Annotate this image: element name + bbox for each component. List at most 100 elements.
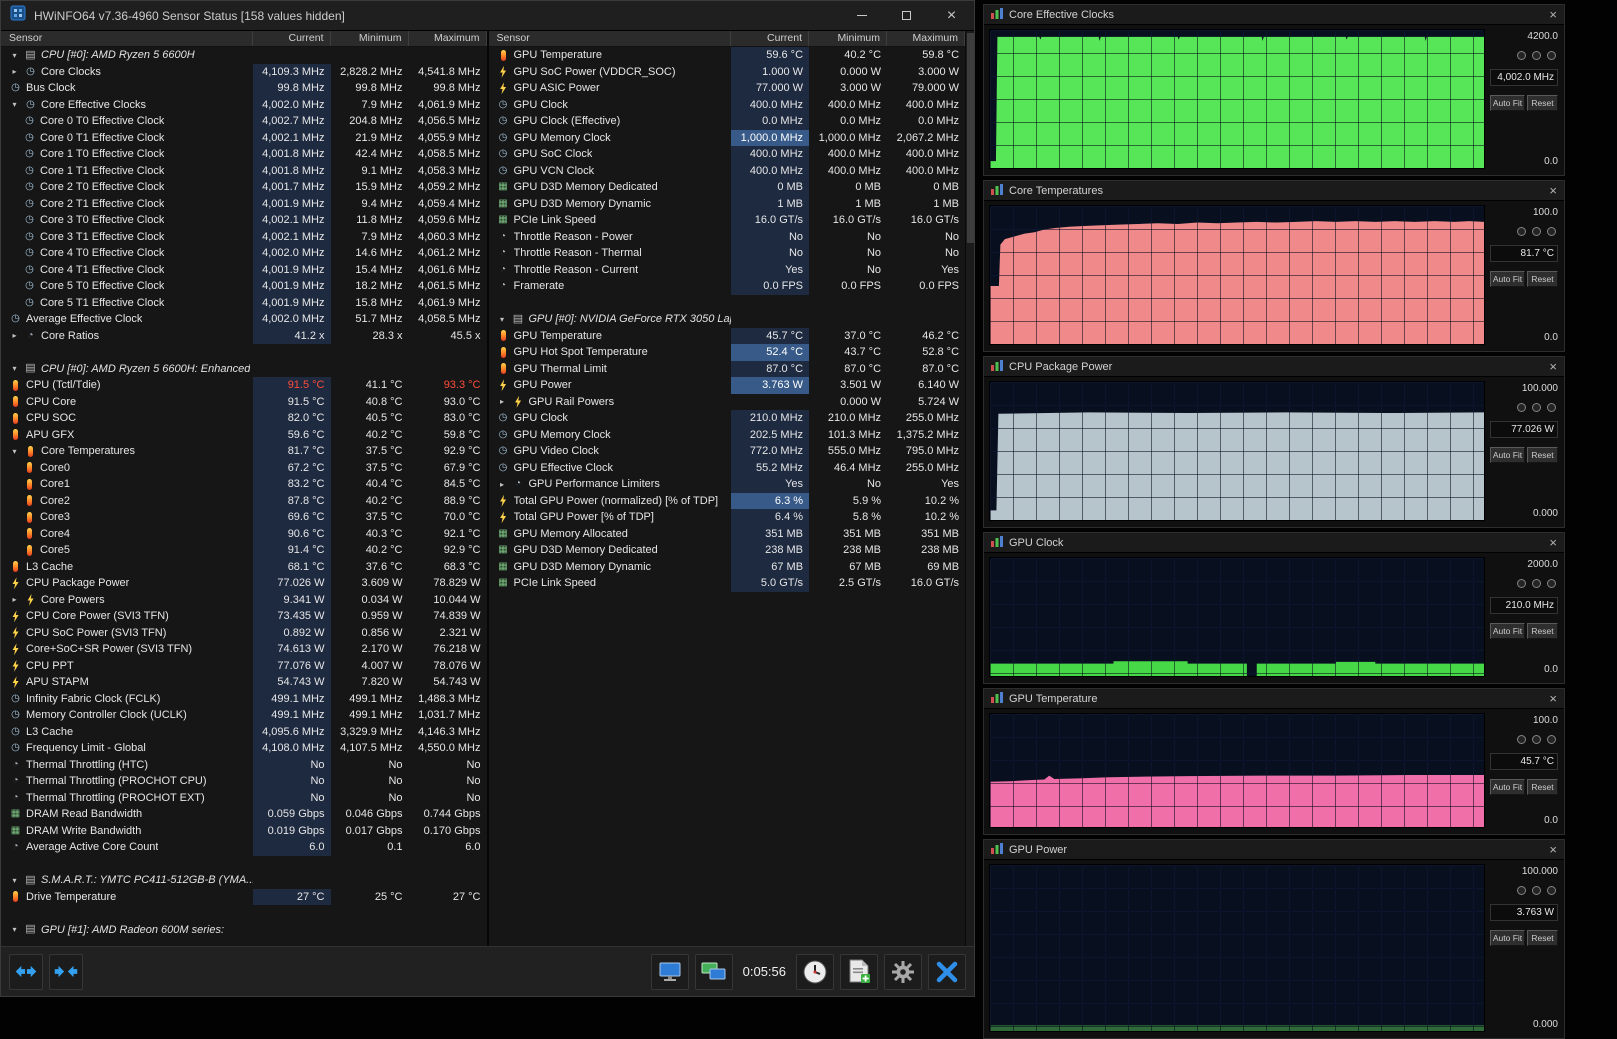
auto-fit-button[interactable]: Auto Fit — [1490, 95, 1525, 111]
reset-button[interactable]: Reset — [1527, 95, 1558, 111]
sensor-row[interactable]: Core5 91.4 °C 40.2 °C 92.9 °C — [1, 542, 487, 559]
column-header-sensor[interactable]: Sensor — [489, 31, 732, 46]
column-header-maximum[interactable]: Maximum — [887, 31, 966, 46]
section-header-row[interactable]: ▾ CPU [#0]: AMD Ryzen 5 6600H: Enhanced — [1, 361, 487, 378]
clock-button[interactable] — [796, 953, 834, 990]
column-header-current[interactable]: Current — [731, 31, 810, 46]
sensor-row[interactable]: Core 1 T0 Effective Clock 4,001.8 MHz 42.4… — [1, 146, 487, 163]
sensor-row[interactable]: ▸ Core Ratios 41.2 x 28.3 x 45.5 x — [1, 327, 487, 344]
sensor-row[interactable]: Average Effective Clock 4,002.0 MHz 51.7 M… — [1, 311, 487, 328]
option-dot[interactable] — [1532, 403, 1541, 412]
sensor-row[interactable]: Total GPU Power (normalized) [% of TDP] 6… — [489, 492, 966, 509]
sensor-row[interactable]: GPU Power 3.763 W 3.501 W 6.140 W — [489, 377, 966, 394]
close-graph-icon[interactable]: × — [1549, 843, 1557, 856]
sensor-row[interactable]: GPU D3D Memory Dynamic 67 MB 67 MB 69 MB — [489, 558, 966, 575]
option-dot[interactable] — [1517, 51, 1526, 60]
sensor-row[interactable]: Throttle Reason - Thermal No No No — [489, 245, 966, 262]
auto-fit-button[interactable]: Auto Fit — [1490, 271, 1525, 287]
titlebar[interactable]: HWiNFO64 v7.36-4960 Sensor Status [158 v… — [1, 1, 974, 31]
graph-option-dots[interactable] — [1517, 51, 1556, 60]
sensor-row[interactable]: L3 Cache 4,095.6 MHz 3,329.9 MHz 4,146.3 MH… — [1, 723, 487, 740]
option-dot[interactable] — [1517, 886, 1526, 895]
sensor-row[interactable]: GPU Temperature 45.7 °C 37.0 °C 46.2 °C — [489, 327, 966, 344]
sensor-row[interactable]: Total GPU Power [% of TDP] 6.4 % 5.8 % 10.2… — [489, 509, 966, 526]
graph-option-dots[interactable] — [1517, 403, 1556, 412]
graph-panel-titlebar[interactable]: CPU Package Power × — [984, 357, 1564, 377]
vertical-scrollbar[interactable] — [965, 31, 974, 946]
auto-fit-button[interactable]: Auto Fit — [1490, 623, 1525, 639]
graph-panel-titlebar[interactable]: GPU Power × — [984, 840, 1564, 860]
expand-arrow-icon[interactable]: ▸ — [9, 595, 20, 604]
sensor-row[interactable]: Core 0 T1 Effective Clock 4,002.1 MHz 21.9… — [1, 129, 487, 146]
sensor-row[interactable]: GPU ASIC Power 77.000 W 3.000 W 79.000 W — [489, 80, 966, 97]
sensor-row[interactable]: GPU Memory Allocated 351 MB 351 MB 351 MB — [489, 525, 966, 542]
sensor-row[interactable]: Thermal Throttling (PROCHOT CPU) No No No — [1, 773, 487, 790]
close-graph-icon[interactable]: × — [1549, 360, 1557, 373]
sensor-row[interactable]: GPU Thermal Limit 87.0 °C 87.0 °C 87.0 °C — [489, 360, 966, 377]
sensor-row[interactable]: GPU Clock (Effective) 0.0 MHz 0.0 MHz 0.0 M… — [489, 113, 966, 130]
section-header-row[interactable]: ▾ GPU [#1]: AMD Radeon 600M series: — [1, 922, 487, 939]
sensor-row[interactable]: Core 1 T1 Effective Clock 4,001.8 MHz 9.1 … — [1, 162, 487, 179]
narrow-window-button[interactable] — [49, 953, 83, 990]
sensor-row[interactable]: Core1 83.2 °C 40.4 °C 84.5 °C — [1, 476, 487, 493]
sensor-row[interactable]: GPU Video Clock 772.0 MHz 555.0 MHz 795.0 M… — [489, 443, 966, 460]
sensor-row[interactable]: Infinity Fabric Clock (FCLK) 499.1 MHz 499… — [1, 690, 487, 707]
option-dot[interactable] — [1517, 579, 1526, 588]
graph-panel-titlebar[interactable]: GPU Clock × — [984, 533, 1564, 553]
remote-monitoring-button[interactable] — [694, 953, 733, 990]
column-header-minimum[interactable]: Minimum — [331, 31, 409, 46]
graph-option-dots[interactable] — [1517, 735, 1556, 744]
sensor-row[interactable]: DRAM Write Bandwidth 0.019 Gbps 0.017 Gbps… — [1, 822, 487, 839]
sensor-row[interactable]: Core 2 T1 Effective Clock 4,001.9 MHz 9.4 … — [1, 195, 487, 212]
sensor-row[interactable]: Core4 90.6 °C 40.3 °C 92.1 °C — [1, 525, 487, 542]
sensor-row[interactable]: CPU (Tctl/Tdie) 91.5 °C 41.1 °C 93.3 °C — [1, 377, 487, 394]
close-graph-icon[interactable]: × — [1549, 184, 1557, 197]
option-dot[interactable] — [1517, 735, 1526, 744]
column-header-maximum[interactable]: Maximum — [409, 31, 487, 46]
close-graph-icon[interactable]: × — [1549, 536, 1557, 549]
minimize-button[interactable] — [839, 1, 884, 30]
option-dot[interactable] — [1532, 735, 1541, 744]
sensor-row[interactable]: GPU VCN Clock 400.0 MHz 400.0 MHz 400.0 MHz — [489, 162, 966, 179]
graph-option-dots[interactable] — [1517, 886, 1556, 895]
sensor-row[interactable]: GPU Clock 210.0 MHz 210.0 MHz 255.0 MHz — [489, 410, 966, 427]
sensor-row[interactable]: Core+SoC+SR Power (SVI3 TFN) 74.613 W 2.17… — [1, 641, 487, 658]
sensor-row[interactable]: Thermal Throttling (HTC) No No No — [1, 756, 487, 773]
sensor-row[interactable]: PCIe Link Speed 16.0 GT/s 16.0 GT/s 16.0 GT… — [489, 212, 966, 229]
sensor-row[interactable]: Throttle Reason - Current Yes No Yes — [489, 261, 966, 278]
sensor-row[interactable]: Frequency Limit - Global 4,108.0 MHz 4,107… — [1, 740, 487, 757]
reset-button[interactable]: Reset — [1527, 779, 1558, 795]
sensor-row[interactable]: ▸ Core Clocks 4,109.3 MHz 2,828.2 MHz 4,541.… — [1, 63, 487, 80]
column-header-minimum[interactable]: Minimum — [809, 31, 888, 46]
graph-panel-titlebar[interactable]: GPU Temperature × — [984, 689, 1564, 709]
expand-arrow-icon[interactable]: ▾ — [9, 876, 20, 885]
close-sensors-button[interactable] — [928, 953, 966, 990]
expand-arrow-icon[interactable]: ▾ — [9, 364, 20, 373]
sensor-row[interactable]: GPU D3D Memory Dedicated 0 MB 0 MB 0 MB — [489, 179, 966, 196]
logging-button[interactable] — [840, 953, 878, 990]
sensor-row[interactable]: Core 2 T0 Effective Clock 4,001.7 MHz 15.9… — [1, 179, 487, 196]
sensor-row[interactable]: Memory Controller Clock (UCLK) 499.1 MHz 4… — [1, 707, 487, 724]
sensor-row[interactable]: GPU SoC Clock 400.0 MHz 400.0 MHz 400.0 MHz — [489, 146, 966, 163]
sensor-row[interactable]: ▾ Core Temperatures 81.7 °C 37.5 °C 92.9 °C — [1, 443, 487, 460]
sensor-row[interactable]: GPU Memory Clock 1,000.0 MHz 1,000.0 MHz 2,… — [489, 129, 966, 146]
sensor-row[interactable]: Thermal Throttling (PROCHOT EXT) No No No — [1, 789, 487, 806]
sensor-row[interactable]: PCIe Link Speed 5.0 GT/s 2.5 GT/s 16.0 GT/s — [489, 575, 966, 592]
sensor-row[interactable]: Core 3 T1 Effective Clock 4,002.1 MHz 7.9 … — [1, 228, 487, 245]
sensor-row[interactable]: Core 5 T1 Effective Clock 4,001.9 MHz 15.8… — [1, 294, 487, 311]
auto-fit-button[interactable]: Auto Fit — [1490, 779, 1525, 795]
column-header-sensor[interactable]: Sensor — [1, 31, 253, 46]
sensor-row[interactable]: APU STAPM 54.743 W 7.820 W 54.743 W — [1, 674, 487, 691]
sensor-row[interactable]: Core3 69.6 °C 37.5 °C 70.0 °C — [1, 509, 487, 526]
option-dot[interactable] — [1547, 886, 1556, 895]
expand-arrow-icon[interactable]: ▸ — [9, 67, 20, 76]
option-dot[interactable] — [1532, 579, 1541, 588]
auto-fit-button[interactable]: Auto Fit — [1490, 930, 1525, 946]
close-graph-icon[interactable]: × — [1549, 692, 1557, 705]
option-dot[interactable] — [1532, 886, 1541, 895]
expand-arrow-icon[interactable]: ▸ — [497, 480, 508, 489]
sensor-row[interactable]: Core0 67.2 °C 37.5 °C 67.9 °C — [1, 459, 487, 476]
sensor-row[interactable]: DRAM Read Bandwidth 0.059 Gbps 0.046 Gbps 0… — [1, 806, 487, 823]
close-button[interactable]: × — [929, 1, 974, 30]
scrollbar-thumb[interactable] — [967, 33, 974, 243]
